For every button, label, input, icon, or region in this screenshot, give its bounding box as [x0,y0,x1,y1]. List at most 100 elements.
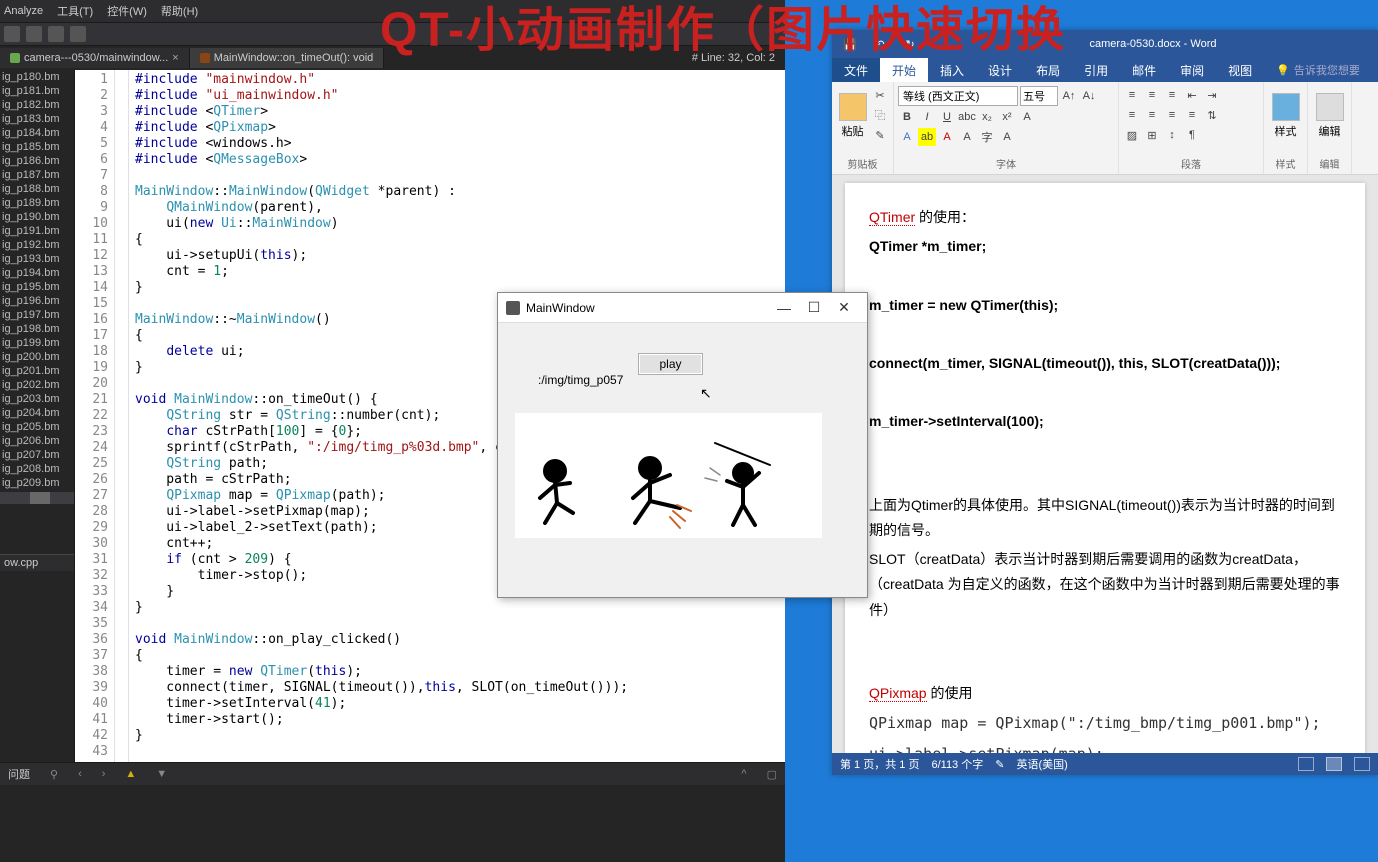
file-item[interactable]: ig_p204.bm [0,406,74,420]
align-center-icon[interactable]: ≡ [1143,106,1161,124]
file-item[interactable]: ig_p192.bm [0,238,74,252]
tab-insert[interactable]: 插入 [928,58,976,82]
fold-column[interactable] [115,70,129,762]
file-item[interactable]: ig_p208.bm [0,462,74,476]
file-item[interactable]: ig_p191.bm [0,224,74,238]
minimize-button[interactable]: — [769,300,799,316]
menu-tools[interactable]: 工具(T) [57,3,93,19]
file-item[interactable]: ig_p207.bm [0,448,74,462]
subscript-button[interactable]: x₂ [978,108,996,126]
file-item[interactable]: ig_p189.bm [0,196,74,210]
forward-icon[interactable] [26,26,42,42]
menu-widgets[interactable]: 控件(W) [107,3,147,19]
file-item[interactable]: ig_p181.bm [0,84,74,98]
close-icon[interactable]: × [172,52,178,64]
file-item[interactable]: ig_p196.bm [0,294,74,308]
file-item[interactable]: ig_p195.bm [0,280,74,294]
align-left-icon[interactable]: ≡ [1123,106,1141,124]
menu-analyze[interactable]: Analyze [4,5,43,17]
editor-tab-2[interactable]: MainWindow::on_timeOut(): void [190,48,385,68]
file-item[interactable]: ig_p201.bm [0,364,74,378]
tab-mail[interactable]: 邮件 [1120,58,1168,82]
sort-icon[interactable]: ↕ [1163,126,1181,144]
tab-review[interactable]: 审阅 [1168,58,1216,82]
line-spacing-icon[interactable]: ⇅ [1203,106,1221,124]
filter-icon[interactable]: ⚲ [50,768,58,781]
indent-inc-icon[interactable]: ⇥ [1203,86,1221,104]
document-area[interactable]: QTimer 的使用： QTimer *m_timer; m_timer = n… [832,175,1378,753]
file-item[interactable]: ig_p202.bm [0,378,74,392]
read-mode-icon[interactable] [1298,757,1314,771]
file-item[interactable]: ig_p203.bm [0,392,74,406]
file-item[interactable]: ig_p198.bm [0,322,74,336]
clear-format-icon[interactable]: A [1018,108,1036,126]
qt-titlebar[interactable]: MainWindow — ☐ ✕ [498,293,867,323]
proofing-icon[interactable]: ✎ [995,758,1004,771]
tab-layout[interactable]: 布局 [1024,58,1072,82]
collapse-icon[interactable]: ^ [741,768,746,780]
file-item[interactable]: ig_p180.bm [0,70,74,84]
strike-button[interactable]: abc [958,108,976,126]
grow-font-icon[interactable]: A↑ [1060,87,1078,105]
document-page[interactable]: QTimer 的使用： QTimer *m_timer; m_timer = n… [845,183,1365,753]
sidebar-scrollbar[interactable] [0,492,74,504]
sidebar-icon[interactable] [70,26,86,42]
warning-icon[interactable]: ▲ [125,768,136,780]
funnel-icon[interactable]: ▼ [156,768,167,780]
styles-button[interactable]: 样式 [1268,86,1303,146]
shading-icon[interactable]: ▨ [1123,126,1141,144]
char-border-icon[interactable]: 字 [978,128,996,146]
file-item[interactable]: ig_p193.bm [0,252,74,266]
project-explorer[interactable]: ig_p180.bmig_p181.bmig_p182.bmig_p183.bm… [0,70,75,762]
page-indicator[interactable]: 第 1 页，共 1 页 [840,756,919,772]
indent-dec-icon[interactable]: ⇤ [1183,86,1201,104]
file-item[interactable]: ig_p186.bm [0,154,74,168]
maximize-button[interactable]: ☐ [799,299,829,316]
text-effects-icon[interactable]: A [898,128,916,146]
problems-tab[interactable]: 问题 [8,766,30,782]
word-count[interactable]: 6/113 个字 [931,756,983,772]
file-item[interactable]: ig_p182.bm [0,98,74,112]
bold-button[interactable]: B [898,108,916,126]
file-item[interactable]: ig_p187.bm [0,168,74,182]
file-item[interactable]: ig_p184.bm [0,126,74,140]
next-icon[interactable]: › [102,768,106,780]
tab-design[interactable]: 设计 [976,58,1024,82]
file-item[interactable]: ig_p199.bm [0,336,74,350]
web-layout-icon[interactable] [1354,757,1370,771]
menu-help[interactable]: 帮助(H) [161,3,198,19]
play-button[interactable]: play [638,353,703,375]
font-name-select[interactable] [898,86,1018,106]
file-item[interactable]: ig_p197.bm [0,308,74,322]
superscript-button[interactable]: x² [998,108,1016,126]
tab-view[interactable]: 视图 [1216,58,1264,82]
file-item[interactable]: ig_p194.bm [0,266,74,280]
close-panel-icon[interactable]: ▢ [767,768,777,781]
close-button[interactable]: ✕ [829,299,859,316]
highlight-icon[interactable]: ab [918,128,936,146]
copy-icon[interactable]: ⿻ [871,106,889,124]
bullets-icon[interactable]: ≡ [1123,86,1141,104]
tab-file[interactable]: 文件 [832,58,880,82]
file-item[interactable]: ig_p206.bm [0,434,74,448]
prev-icon[interactable]: ‹ [78,768,82,780]
char-shading-icon[interactable]: A [998,128,1016,146]
paste-button[interactable]: 粘贴 [836,86,869,146]
file-item[interactable]: ig_p205.bm [0,420,74,434]
italic-button[interactable]: I [918,108,936,126]
borders-icon[interactable]: ⊞ [1143,126,1161,144]
align-right-icon[interactable]: ≡ [1163,106,1181,124]
back-icon[interactable] [4,26,20,42]
file-item[interactable]: ig_p185.bm [0,140,74,154]
file-item[interactable]: ig_p188.bm [0,182,74,196]
find-button[interactable]: 编辑 [1312,86,1347,146]
underline-button[interactable]: U [938,108,956,126]
file-item[interactable]: ig_p190.bm [0,210,74,224]
cut-icon[interactable]: ✂ [871,86,889,104]
file-item[interactable]: ig_p200.bm [0,350,74,364]
split-icon[interactable] [48,26,64,42]
font-color-icon[interactable]: A [938,128,956,146]
tab-tell-me[interactable]: 💡告诉我您想要 [1264,58,1372,82]
tab-home[interactable]: 开始 [880,58,928,82]
format-painter-icon[interactable]: ✎ [871,126,889,144]
